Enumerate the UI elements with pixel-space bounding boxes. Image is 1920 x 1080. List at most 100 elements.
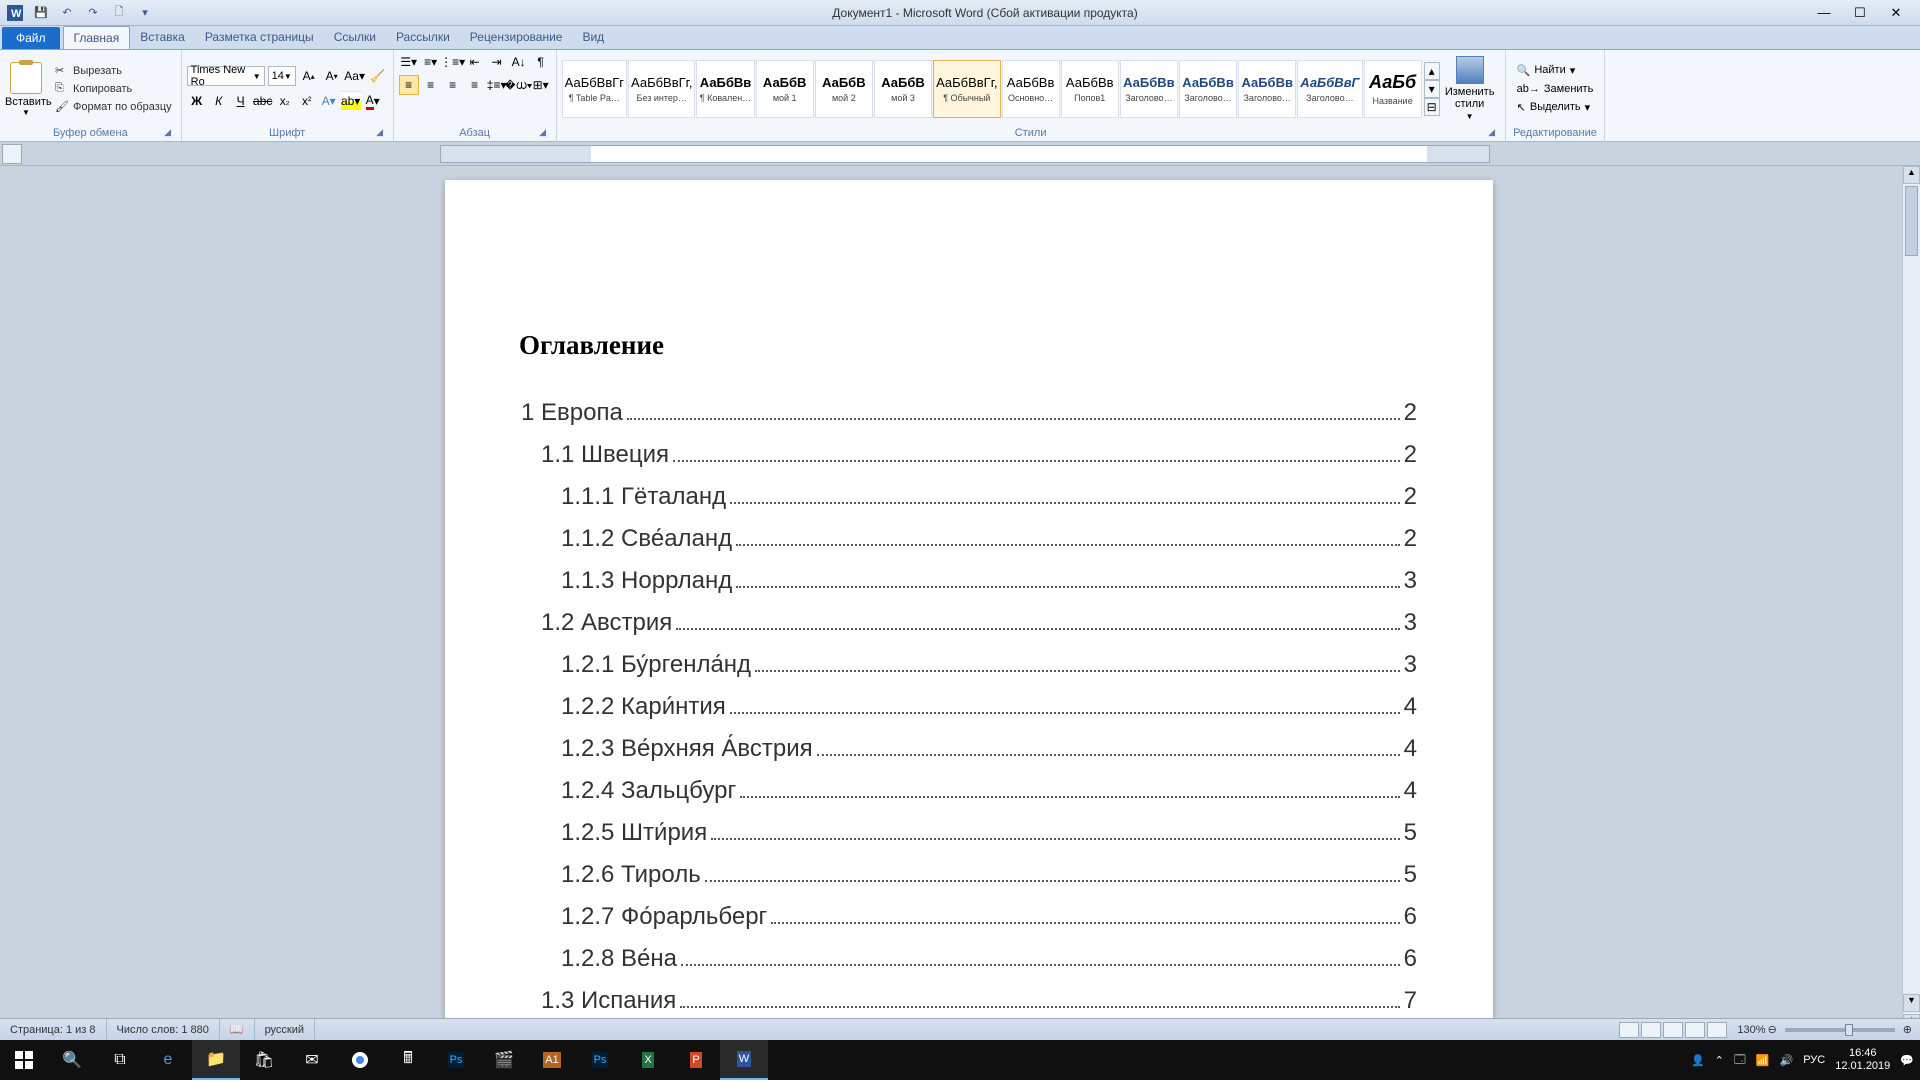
toc-entry[interactable]: 1.2.4 Зальцбург4 — [561, 777, 1417, 805]
qat-customize-icon[interactable]: ▾ — [134, 3, 156, 23]
powerpoint-icon[interactable]: P — [672, 1040, 720, 1080]
outline-view-button[interactable] — [1685, 1022, 1705, 1038]
app-icon[interactable]: A1 — [528, 1040, 576, 1080]
toc-entry[interactable]: 1.1.2 Све́аланд2 — [561, 525, 1417, 553]
highlight-button[interactable]: ab▾ — [341, 91, 361, 111]
increase-indent-button[interactable]: ⇥ — [487, 52, 507, 72]
ruler-corner-button[interactable] — [2, 144, 22, 164]
strike-button[interactable]: abc — [253, 91, 273, 111]
zoom-slider-thumb[interactable] — [1845, 1024, 1853, 1036]
styles-more-button[interactable]: ⊟ — [1424, 98, 1440, 116]
italic-button[interactable]: К — [209, 91, 229, 111]
show-marks-button[interactable]: ¶ — [531, 52, 551, 72]
style-item[interactable]: АаБбВвОсновно… — [1002, 60, 1060, 118]
style-item[interactable]: АаБбВвПопов1 — [1061, 60, 1119, 118]
style-item[interactable]: АаБбВвГг¶ Table Pa… — [562, 60, 627, 118]
mail-icon[interactable]: ✉ — [288, 1040, 336, 1080]
start-button[interactable] — [0, 1040, 48, 1080]
zoom-slider[interactable] — [1785, 1028, 1895, 1032]
print-layout-view-button[interactable] — [1619, 1022, 1639, 1038]
shrink-font-button[interactable]: A▾ — [322, 66, 342, 86]
toc-entry[interactable]: 1.3 Испания7 — [541, 987, 1417, 1015]
subscript-button[interactable]: x₂ — [275, 91, 295, 111]
paste-button[interactable]: Вставить ▼ — [5, 60, 47, 117]
align-center-button[interactable]: ≡ — [421, 75, 441, 95]
change-styles-button[interactable]: Изменить стили▼ — [1440, 54, 1500, 124]
excel-icon[interactable]: X — [624, 1040, 672, 1080]
toc-entry[interactable]: 1.2.2 Кари́нтия4 — [561, 693, 1417, 721]
tray-language[interactable]: РУС — [1803, 1054, 1825, 1066]
superscript-button[interactable]: x² — [297, 91, 317, 111]
align-right-button[interactable]: ≡ — [443, 75, 463, 95]
change-case-button[interactable]: Aa▾ — [345, 66, 365, 86]
photoshop2-icon[interactable]: Ps — [576, 1040, 624, 1080]
language-status[interactable]: русский — [255, 1019, 315, 1040]
underline-button[interactable]: Ч — [231, 91, 251, 111]
style-item[interactable]: АаБбВвЗаголово… — [1179, 60, 1237, 118]
tab-Вид[interactable]: Вид — [572, 26, 614, 49]
explorer-icon[interactable]: 📁 — [192, 1040, 240, 1080]
clear-format-button[interactable]: 🧹 — [368, 66, 388, 86]
file-tab[interactable]: Файл — [2, 27, 60, 49]
tab-Ссылки[interactable]: Ссылки — [324, 26, 386, 49]
tray-battery-icon[interactable]: 🗔 — [1734, 1051, 1746, 1070]
new-doc-button[interactable]: 🗋 — [108, 3, 130, 23]
minimize-button[interactable]: — — [1810, 4, 1838, 22]
toc-entry[interactable]: 1.2 Австрия3 — [541, 609, 1417, 637]
tray-volume-icon[interactable]: 🔊 — [1780, 1054, 1794, 1067]
zoom-out-button[interactable]: ⊖ — [1768, 1023, 1777, 1036]
tab-Рассылки[interactable]: Рассылки — [386, 26, 460, 49]
calculator-icon[interactable]: 🖩 — [384, 1040, 432, 1080]
toc-entry[interactable]: 1.2.8 Ве́на6 — [561, 945, 1417, 973]
style-item[interactable]: АаБбВмой 1 — [756, 60, 814, 118]
toc-entry[interactable]: 1.2.3 Ве́рхняя А́встрия4 — [561, 735, 1417, 763]
save-button[interactable]: 💾 — [30, 3, 52, 23]
style-item[interactable]: АаБбВмой 2 — [815, 60, 873, 118]
style-item[interactable]: АаБбВвЗаголово… — [1120, 60, 1178, 118]
word-count[interactable]: Число слов: 1 880 — [107, 1019, 220, 1040]
zoom-level[interactable]: 130% — [1737, 1024, 1765, 1036]
line-spacing-button[interactable]: ‡≡▾ — [487, 75, 507, 95]
tray-expand-icon[interactable]: ⌃ — [1715, 1054, 1724, 1067]
scroll-down-button[interactable]: ▼ — [1903, 994, 1920, 1012]
search-button[interactable]: 🔍 — [48, 1040, 96, 1080]
grow-font-button[interactable]: A▴ — [299, 66, 319, 86]
bold-button[interactable]: Ж — [187, 91, 207, 111]
tab-Главная[interactable]: Главная — [63, 26, 131, 49]
dialog-launcher-icon[interactable]: ◢ — [162, 127, 174, 139]
replace-button[interactable]: ab→Заменить — [1515, 81, 1596, 97]
tab-Разметка страницы[interactable]: Разметка страницы — [195, 26, 324, 49]
movies-icon[interactable]: 🎬 — [480, 1040, 528, 1080]
page[interactable]: Оглавление 1 Европа21.1 Швеция21.1.1 Гёт… — [445, 180, 1493, 1052]
style-item[interactable]: АаБбВвГЗаголово… — [1297, 60, 1362, 118]
maximize-button[interactable]: ☐ — [1846, 4, 1874, 22]
tab-Вставка[interactable]: Вставка — [130, 26, 195, 49]
horizontal-ruler[interactable] — [440, 145, 1490, 163]
photoshop-icon[interactable]: Ps — [432, 1040, 480, 1080]
task-view-button[interactable]: ⧉ — [96, 1040, 144, 1080]
style-item[interactable]: АаБбВвГг,¶ Обычный — [933, 60, 1000, 118]
zoom-in-button[interactable]: ⊕ — [1903, 1023, 1912, 1036]
proofing-status[interactable]: 📖 — [220, 1019, 255, 1040]
tab-Рецензирование[interactable]: Рецензирование — [460, 26, 573, 49]
word-taskbar-icon[interactable]: W — [720, 1040, 768, 1080]
sort-button[interactable]: A↓ — [509, 52, 529, 72]
vertical-scrollbar[interactable]: ▲ ▼ ⬘ ⬙ — [1902, 166, 1920, 1052]
select-button[interactable]: ↖Выделить ▾ — [1515, 99, 1596, 116]
style-item[interactable]: АаБбВв¶ Ковален… — [696, 60, 754, 118]
tray-network-icon[interactable]: 📶 — [1756, 1054, 1770, 1067]
decrease-indent-button[interactable]: ⇤ — [465, 52, 485, 72]
toc-entry[interactable]: 1 Европа2 — [521, 399, 1417, 427]
toc-entry[interactable]: 1.1 Швеция2 — [541, 441, 1417, 469]
page-status[interactable]: Страница: 1 из 8 — [0, 1019, 107, 1040]
dialog-launcher-icon[interactable]: ◢ — [537, 127, 549, 139]
toc-entry[interactable]: 1.2.6 Тироль5 — [561, 861, 1417, 889]
font-size-combo[interactable]: 14▼ — [268, 66, 296, 86]
find-button[interactable]: 🔍Найти ▾ — [1515, 62, 1596, 79]
tray-people-icon[interactable]: 👤 — [1691, 1054, 1705, 1067]
style-item[interactable]: АаБбВвЗаголово… — [1238, 60, 1296, 118]
numbering-button[interactable]: ≡▾ — [421, 52, 441, 72]
styles-row-up-button[interactable]: ▴ — [1424, 62, 1440, 80]
close-button[interactable]: ✕ — [1882, 4, 1910, 22]
redo-button[interactable]: ↷ — [82, 3, 104, 23]
